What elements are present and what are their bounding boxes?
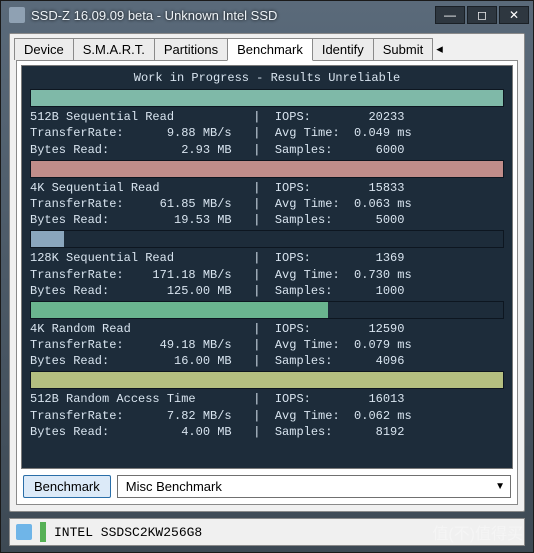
benchmark-block: 4K Sequential Read | IOPS: 15833Transfer…: [30, 160, 504, 229]
bench-row: Bytes Read: 19.53 MB | Samples: 5000: [30, 212, 504, 228]
progress-bar: [30, 301, 504, 319]
bench-row: Bytes Read: 125.00 MB | Samples: 1000: [30, 283, 504, 299]
close-button[interactable]: ✕: [499, 6, 529, 24]
benchmark-block: 128K Sequential Read | IOPS: 1369Transfe…: [30, 230, 504, 299]
window-title: SSD-Z 16.09.09 beta - Unknown Intel SSD: [31, 8, 435, 23]
activity-indicator: [40, 522, 46, 542]
benchmark-block: 4K Random Read | IOPS: 12590TransferRate…: [30, 301, 504, 370]
benchmark-button[interactable]: Benchmark: [23, 475, 111, 498]
tab-benchmark[interactable]: Benchmark: [227, 38, 313, 61]
benchmark-select-value[interactable]: Misc Benchmark: [117, 475, 511, 498]
bench-row: Bytes Read: 2.93 MB | Samples: 6000: [30, 142, 504, 158]
bench-row: 4K Random Read | IOPS: 12590: [30, 321, 504, 337]
progress-bar-fill: [31, 231, 64, 247]
chevron-down-icon: ▼: [495, 481, 505, 492]
app-icon: [9, 7, 25, 23]
tab-identify[interactable]: Identify: [312, 38, 374, 60]
app-window: SSD-Z 16.09.09 beta - Unknown Intel SSD …: [0, 0, 534, 553]
progress-bar-fill: [31, 161, 503, 177]
status-bar: INTEL SSDSC2KW256G8: [9, 518, 525, 546]
titlebar[interactable]: SSD-Z 16.09.09 beta - Unknown Intel SSD …: [1, 1, 533, 29]
progress-bar: [30, 89, 504, 107]
bench-row: Bytes Read: 4.00 MB | Samples: 8192: [30, 424, 504, 440]
bench-row: TransferRate: 61.85 MB/s | Avg Time: 0.0…: [30, 196, 504, 212]
maximize-button[interactable]: ◻: [467, 6, 497, 24]
tab-device[interactable]: Device: [14, 38, 74, 60]
bench-row: 512B Random Access Time | IOPS: 16013: [30, 391, 504, 407]
bench-row: TransferRate: 171.18 MB/s | Avg Time: 0.…: [30, 267, 504, 283]
minimize-button[interactable]: —: [435, 6, 465, 24]
progress-bar: [30, 371, 504, 389]
benchmark-panel: Work in Progress - Results Unreliable 51…: [16, 60, 518, 505]
tab-smart[interactable]: S.M.A.R.T.: [73, 38, 155, 60]
bench-row: TransferRate: 9.88 MB/s | Avg Time: 0.04…: [30, 125, 504, 141]
bench-row: TransferRate: 49.18 MB/s | Avg Time: 0.0…: [30, 337, 504, 353]
benchmark-output: Work in Progress - Results Unreliable 51…: [21, 65, 513, 469]
bench-row: 128K Sequential Read | IOPS: 1369: [30, 250, 504, 266]
progress-bar: [30, 230, 504, 248]
refresh-icon[interactable]: [16, 524, 32, 540]
benchmark-select[interactable]: Misc Benchmark ▼: [117, 475, 511, 498]
status-device-name: INTEL SSDSC2KW256G8: [54, 525, 518, 540]
tab-strip: DeviceS.M.A.R.T.PartitionsBenchmarkIdent…: [10, 34, 524, 60]
tab-scroll-icon[interactable]: ◂: [432, 38, 447, 60]
progress-bar-fill: [31, 302, 328, 318]
progress-bar: [30, 160, 504, 178]
client-area: DeviceS.M.A.R.T.PartitionsBenchmarkIdent…: [9, 33, 525, 512]
tab-submit[interactable]: Submit: [373, 38, 433, 60]
bench-row: 4K Sequential Read | IOPS: 15833: [30, 180, 504, 196]
benchmark-block: 512B Sequential Read | IOPS: 20233Transf…: [30, 89, 504, 158]
progress-bar-fill: [31, 372, 503, 388]
progress-bar-fill: [31, 90, 503, 106]
bench-row: TransferRate: 7.82 MB/s | Avg Time: 0.06…: [30, 408, 504, 424]
benchmark-header: Work in Progress - Results Unreliable: [30, 70, 504, 86]
bench-row: Bytes Read: 16.00 MB | Samples: 4096: [30, 353, 504, 369]
bench-row: 512B Sequential Read | IOPS: 20233: [30, 109, 504, 125]
benchmark-block: 512B Random Access Time | IOPS: 16013Tra…: [30, 371, 504, 440]
tab-partitions[interactable]: Partitions: [154, 38, 228, 60]
